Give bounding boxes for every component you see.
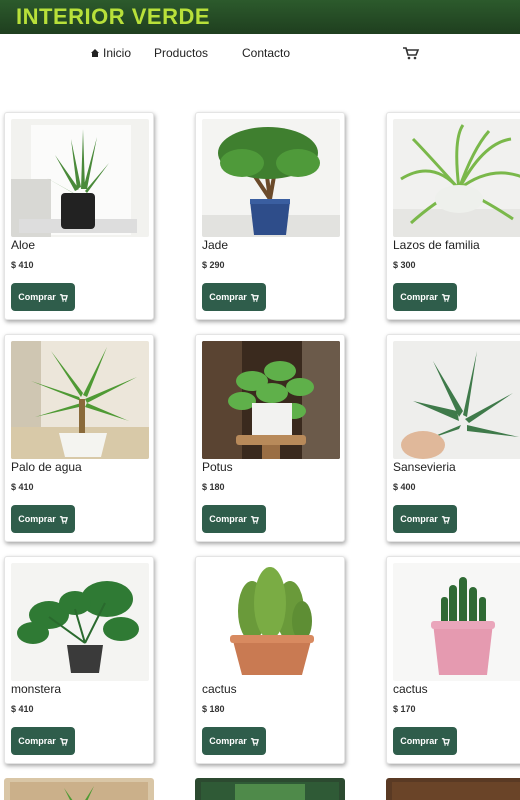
product-image[interactable] — [11, 119, 149, 237]
plant-image-partial — [392, 782, 520, 800]
spider-plant-image — [393, 119, 520, 237]
product-card: cactus $ 170 Comprar — [386, 556, 520, 764]
buy-button-label: Comprar — [400, 292, 438, 302]
buy-button[interactable]: Comprar — [202, 727, 266, 755]
product-name: Potus — [202, 460, 233, 474]
product-image[interactable] — [393, 119, 520, 237]
brand-logo[interactable]: INTERIOR VERDE — [16, 4, 210, 30]
product-card: Aloe $ 410 Comprar — [4, 112, 154, 320]
nav-contacto-label: Contacto — [242, 46, 291, 60]
product-price: $ 410 — [11, 482, 34, 492]
product-card: Sansevieria $ 400 Comprar — [386, 334, 520, 542]
cart-icon — [250, 515, 259, 524]
buy-button[interactable]: Comprar — [393, 727, 457, 755]
product-card: monstera $ 410 Comprar — [4, 556, 154, 764]
product-name: cactus — [393, 682, 428, 696]
plant-image-partial — [201, 782, 339, 800]
buy-button-label: Comprar — [209, 736, 247, 746]
small-cactus-plant-image — [393, 563, 520, 681]
cart-icon — [59, 737, 68, 746]
product-price: $ 180 — [202, 482, 225, 492]
product-name: cactus — [202, 682, 237, 696]
cart-icon — [59, 515, 68, 524]
product-card-partial — [195, 778, 345, 800]
product-image[interactable] — [11, 563, 149, 681]
product-card: Lazos de familia $ 300 Comprar — [386, 112, 520, 320]
nav-productos[interactable]: Productos — [154, 46, 208, 60]
home-icon — [91, 49, 99, 57]
buy-button[interactable]: Comprar — [393, 505, 457, 533]
product-card: Potus $ 180 Comprar — [195, 334, 345, 542]
product-price: $ 410 — [11, 704, 34, 714]
top-bar: INTERIOR VERDE — [0, 0, 520, 34]
product-name: Aloe — [11, 238, 36, 252]
cart-icon — [441, 515, 450, 524]
cart-icon — [250, 737, 259, 746]
cart-icon[interactable] — [402, 46, 420, 60]
dracaena-plant-image — [11, 341, 149, 459]
product-name: Jade — [202, 238, 229, 252]
buy-button[interactable]: Comprar — [393, 283, 457, 311]
product-image[interactable] — [202, 341, 340, 459]
product-card: Palo de agua $ 410 Comprar — [4, 334, 154, 542]
aloe-plant-image — [11, 119, 149, 237]
buy-button-label: Comprar — [18, 736, 56, 746]
buy-button[interactable]: Comprar — [11, 727, 75, 755]
cart-icon — [441, 293, 450, 302]
product-image[interactable] — [11, 341, 149, 459]
product-image[interactable] — [393, 341, 520, 459]
monstera-plant-image — [11, 563, 149, 681]
nav-contacto[interactable]: Contacto — [242, 46, 290, 60]
nav-inicio-label: Inicio — [103, 46, 132, 60]
cactus-plant-image — [202, 563, 340, 681]
buy-button-label: Comprar — [18, 514, 56, 524]
main-nav: Inicio Productos Contacto — [0, 46, 520, 66]
product-name: Palo de agua — [11, 460, 82, 474]
product-card-partial — [386, 778, 520, 800]
product-name: Lazos de familia — [393, 238, 480, 252]
buy-button[interactable]: Comprar — [202, 283, 266, 311]
cart-icon — [441, 737, 450, 746]
nav-productos-label: Productos — [154, 46, 209, 60]
pothos-plant-image — [202, 341, 340, 459]
product-price: $ 180 — [202, 704, 225, 714]
buy-button[interactable]: Comprar — [11, 283, 75, 311]
buy-button-label: Comprar — [400, 736, 438, 746]
sansevieria-plant-image — [393, 341, 520, 459]
cart-icon — [59, 293, 68, 302]
plant-image-partial — [10, 782, 148, 800]
product-price: $ 290 — [202, 260, 225, 270]
buy-button-label: Comprar — [209, 292, 247, 302]
product-card: cactus $ 180 Comprar — [195, 556, 345, 764]
product-price: $ 170 — [393, 704, 416, 714]
product-card-partial — [4, 778, 154, 800]
cart-icon — [250, 293, 259, 302]
buy-button-label: Comprar — [209, 514, 247, 524]
product-image[interactable] — [393, 563, 520, 681]
buy-button[interactable]: Comprar — [11, 505, 75, 533]
jade-plant-image — [202, 119, 340, 237]
buy-button[interactable]: Comprar — [202, 505, 266, 533]
buy-button-label: Comprar — [400, 514, 438, 524]
product-price: $ 410 — [11, 260, 34, 270]
product-image[interactable] — [202, 563, 340, 681]
product-price: $ 400 — [393, 482, 416, 492]
product-card: Jade $ 290 Comprar — [195, 112, 345, 320]
product-name: Sansevieria — [393, 460, 456, 474]
buy-button-label: Comprar — [18, 292, 56, 302]
nav-inicio[interactable]: Inicio — [90, 46, 131, 60]
product-name: monstera — [11, 682, 62, 696]
product-image[interactable] — [202, 119, 340, 237]
product-price: $ 300 — [393, 260, 416, 270]
